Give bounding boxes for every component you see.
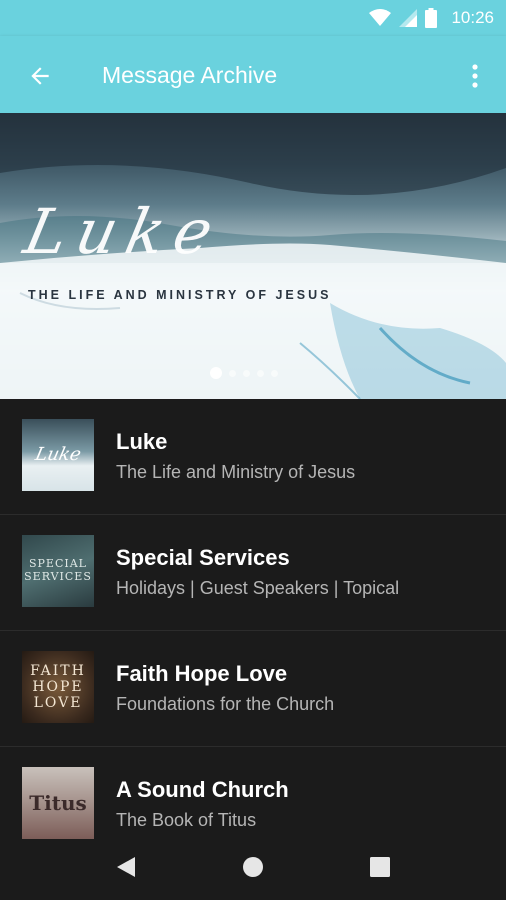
thumbnail-text: FAITH HOPE LOVE bbox=[30, 662, 86, 712]
carousel-dot[interactable] bbox=[229, 369, 236, 377]
nav-recents-button[interactable] bbox=[363, 850, 397, 884]
featured-carousel[interactable]: Luke THE LIFE AND MINISTRY OF JESUS bbox=[0, 113, 506, 399]
arrow-left-icon bbox=[31, 67, 49, 85]
series-subtitle: The Book of Titus bbox=[116, 810, 257, 830]
hero-script-title: Luke bbox=[18, 195, 230, 268]
hero-subtitle: THE LIFE AND MINISTRY OF JESUS bbox=[28, 288, 332, 302]
recents-square-icon bbox=[370, 857, 390, 877]
app-bar: Message Archive bbox=[0, 36, 506, 113]
series-title: Luke bbox=[116, 429, 168, 454]
series-title: A Sound Church bbox=[116, 777, 289, 802]
series-thumbnail: FAITH HOPE LOVE bbox=[22, 651, 94, 723]
carousel-dot[interactable] bbox=[243, 369, 250, 377]
page-title: Message Archive bbox=[102, 62, 278, 88]
back-triangle-icon bbox=[117, 857, 135, 877]
list-item-special-services[interactable]: SPECIAL SERVICES Special Services Holida… bbox=[0, 515, 506, 631]
series-thumbnail: SPECIAL SERVICES bbox=[22, 535, 94, 607]
status-bar: 10:26 bbox=[0, 0, 506, 36]
nav-home-button[interactable] bbox=[236, 850, 270, 884]
more-vert-icon bbox=[472, 64, 478, 88]
thumbnail-text: Titus bbox=[29, 790, 87, 815]
wifi-icon bbox=[369, 9, 392, 26]
system-navigation-bar bbox=[0, 832, 506, 900]
series-thumbnail: Titus bbox=[22, 767, 94, 839]
carousel-dot[interactable] bbox=[271, 369, 278, 377]
thumbnail-text: Luke bbox=[33, 443, 83, 465]
carousel-dot[interactable] bbox=[257, 369, 264, 377]
battery-icon bbox=[425, 8, 438, 28]
series-list: Luke Luke The Life and Ministry of Jesus… bbox=[0, 399, 506, 862]
series-thumbnail: Luke bbox=[22, 419, 94, 491]
back-button[interactable] bbox=[20, 56, 60, 96]
signal-icon bbox=[399, 9, 418, 27]
carousel-dot[interactable] bbox=[210, 367, 222, 379]
status-time: 10:26 bbox=[451, 8, 494, 27]
list-item-faith-hope-love[interactable]: FAITH HOPE LOVE Faith Hope Love Foundati… bbox=[0, 631, 506, 747]
thumbnail-text: SPECIAL SERVICES bbox=[24, 557, 92, 583]
overflow-menu-button[interactable] bbox=[460, 56, 490, 96]
series-subtitle: Holidays | Guest Speakers | Topical bbox=[116, 578, 400, 598]
nav-back-button[interactable] bbox=[109, 850, 143, 884]
series-subtitle: The Life and Ministry of Jesus bbox=[116, 462, 356, 482]
series-title: Faith Hope Love bbox=[116, 661, 288, 686]
series-title: Special Services bbox=[116, 545, 290, 570]
home-circle-icon bbox=[243, 857, 263, 877]
carousel-indicator bbox=[210, 367, 278, 379]
list-item-luke[interactable]: Luke Luke The Life and Ministry of Jesus bbox=[0, 399, 506, 515]
series-subtitle: Foundations for the Church bbox=[116, 694, 335, 714]
